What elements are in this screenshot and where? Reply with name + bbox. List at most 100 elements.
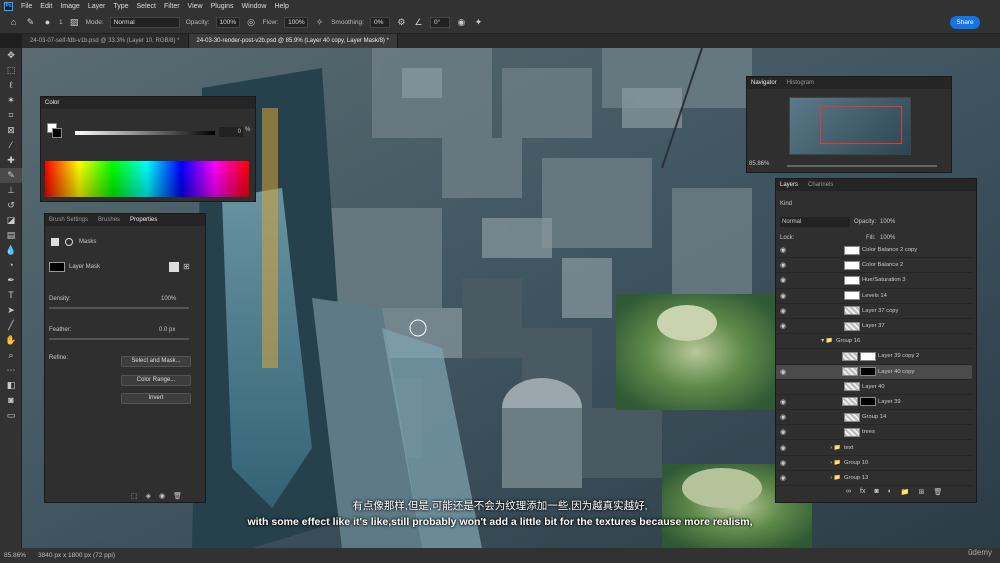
visibility-eye-icon[interactable]: ◉	[776, 459, 790, 467]
pixel-mask-icon[interactable]	[51, 238, 59, 246]
filter-kind[interactable]: Kind	[780, 201, 792, 207]
gear-icon[interactable]: ⚙	[396, 17, 407, 28]
blur-tool-icon[interactable]: 💧	[0, 243, 22, 258]
new-layer-icon[interactable]: ⊞	[919, 488, 925, 496]
tab-navigator[interactable]: Navigator	[751, 80, 777, 86]
menu-select[interactable]: Select	[137, 3, 156, 10]
color-panel-title[interactable]: Color	[45, 100, 59, 106]
layer-row[interactable]: ◉ trees	[776, 425, 972, 441]
navigator-preview[interactable]	[789, 97, 911, 155]
tab-brush-settings[interactable]: Brush Settings	[49, 217, 88, 223]
link-layers-icon[interactable]: ∞	[846, 488, 851, 496]
new-group-icon[interactable]: 📁	[901, 488, 910, 496]
layer-row[interactable]: Layer 39 copy 2	[776, 349, 972, 365]
density-value[interactable]: 100%	[161, 296, 176, 302]
move-tool-icon[interactable]: ✥	[0, 48, 22, 63]
visibility-eye-icon[interactable]: ◉	[776, 474, 790, 482]
menu-window[interactable]: Window	[242, 3, 267, 10]
smoothing-field[interactable]: 0%	[369, 17, 390, 28]
invert-button[interactable]: Invert	[121, 393, 191, 404]
folder-icon[interactable]: › 📁	[790, 445, 844, 451]
density-slider[interactable]	[49, 307, 189, 309]
menu-type[interactable]: Type	[113, 3, 128, 10]
history-brush-icon[interactable]: ↺	[0, 198, 22, 213]
folder-icon[interactable]: › 📁	[790, 460, 844, 466]
select-and-mask-button[interactable]: Select and Mask...	[121, 356, 191, 367]
visibility-eye-icon[interactable]: ◉	[776, 444, 790, 452]
eraser-icon[interactable]: ◪	[0, 213, 22, 228]
pressure-opacity-icon[interactable]: ◎	[246, 17, 257, 28]
color-range-button[interactable]: Color Range...	[121, 375, 191, 386]
crop-tool-icon[interactable]: ⌗	[0, 108, 22, 123]
layer-row[interactable]: ◉ Hue/Saturation 3	[776, 273, 972, 289]
layer-row[interactable]: ◉ Layer 37	[776, 319, 972, 335]
gradient-tool-icon[interactable]: ▤	[0, 228, 22, 243]
share-button[interactable]: Share	[950, 16, 980, 29]
fill-value[interactable]: 100%	[880, 235, 895, 241]
tab-document-2[interactable]: 24-03-30-render-post-v2b.psd @ 85.9% (La…	[188, 34, 398, 48]
visibility-eye-icon[interactable]: ◉	[776, 368, 790, 376]
navigator-zoom-slider[interactable]	[787, 165, 937, 167]
more-tools-icon[interactable]: ⋯	[0, 363, 22, 378]
healing-brush-icon[interactable]: ✚	[0, 153, 22, 168]
menu-layer[interactable]: Layer	[88, 3, 106, 10]
layer-row[interactable]: ◉ › 📁 Group 10	[776, 456, 972, 471]
visibility-eye-icon[interactable]: ◉	[776, 246, 790, 254]
brush-preset-icon[interactable]: ●	[42, 17, 53, 28]
lasso-tool-icon[interactable]: ℓ	[0, 78, 22, 93]
add-vector-mask-icon[interactable]: ⊞	[183, 262, 193, 272]
frame-tool-icon[interactable]: ⊠	[0, 123, 22, 138]
layer-row[interactable]: Layer 40	[776, 380, 972, 395]
brightness-slider[interactable]	[75, 131, 215, 135]
zoom-level[interactable]: 85.86%	[4, 552, 26, 559]
symmetry-icon[interactable]: ✦	[473, 17, 484, 28]
layer-row[interactable]: ◉ Color Balance 2 copy	[776, 243, 972, 259]
tab-channels[interactable]: Channels	[808, 182, 833, 188]
layer-opacity-value[interactable]: 100%	[880, 219, 895, 225]
eyedropper-icon[interactable]: ⁄	[0, 138, 22, 153]
clone-stamp-icon[interactable]: ⊥	[0, 183, 22, 198]
tab-layers[interactable]: Layers	[780, 182, 798, 188]
add-mask-icon[interactable]: ◙	[874, 488, 878, 496]
navigator-zoom-value[interactable]: 85.86%	[749, 161, 769, 167]
layer-row[interactable]: ◉ Color Balance 2	[776, 258, 972, 274]
line-tool-icon[interactable]: ╱	[0, 318, 22, 333]
visibility-eye-icon[interactable]: ◉	[776, 292, 790, 300]
quick-mask-icon[interactable]: ◙	[0, 393, 22, 408]
brightness-value[interactable]: 0	[219, 127, 243, 137]
dodge-tool-icon[interactable]: ◔	[0, 258, 22, 273]
menu-help[interactable]: Help	[274, 3, 288, 10]
layer-row[interactable]: ◉ › 📁 text	[776, 440, 972, 456]
navigator-view-box[interactable]	[820, 106, 902, 144]
delete-layer-icon[interactable]: 🗑	[934, 488, 943, 496]
vector-mask-icon[interactable]	[65, 238, 73, 246]
menu-image[interactable]: Image	[60, 3, 79, 10]
brush-tool-icon[interactable]: ✎	[0, 168, 22, 183]
layer-style-icon[interactable]: fx	[860, 488, 865, 496]
pen-tool-icon[interactable]: ✒	[0, 273, 22, 288]
folder-icon[interactable]: › 📁	[790, 475, 844, 481]
brush-panel-icon[interactable]: ▨	[69, 17, 80, 28]
tab-histogram[interactable]: Histogram	[787, 80, 814, 86]
magic-wand-icon[interactable]: ✶	[0, 93, 22, 108]
layer-row[interactable]: ◉ Group 14	[776, 410, 972, 426]
menu-filter[interactable]: Filter	[164, 3, 180, 10]
layer-row[interactable]: ◉ › 📁 Group 13	[776, 471, 972, 486]
menu-view[interactable]: View	[188, 3, 203, 10]
hand-tool-icon[interactable]: ✋	[0, 333, 22, 348]
layer-row[interactable]: ◉ Layer 39	[776, 395, 972, 411]
path-selection-icon[interactable]: ➤	[0, 303, 22, 318]
layer-row[interactable]: ◉ Levels 14	[776, 289, 972, 304]
visibility-eye-icon[interactable]: ◉	[776, 307, 790, 315]
zoom-tool-icon[interactable]: ⌕	[0, 348, 22, 363]
color-spectrum[interactable]	[45, 161, 249, 197]
menu-edit[interactable]: Edit	[40, 3, 52, 10]
tab-brushes[interactable]: Brushes	[98, 217, 120, 223]
color-swatches-icon[interactable]: ◧	[0, 378, 22, 393]
feather-value[interactable]: 0.0 px	[159, 327, 175, 333]
layer-row[interactable]: ▾ 📁 Group 16	[776, 334, 972, 350]
menu-file[interactable]: File	[21, 3, 32, 10]
visibility-eye-icon[interactable]: ◉	[776, 428, 790, 436]
brush-tool-icon[interactable]: ✎	[25, 17, 36, 28]
adjustment-layer-icon[interactable]: ◐	[888, 488, 892, 496]
